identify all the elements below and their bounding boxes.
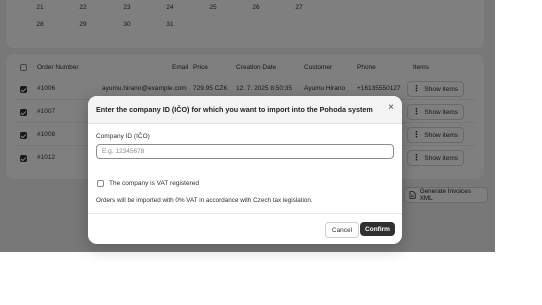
vat-info-note: Orders will be imported with 0% VAT in a… [96,197,313,204]
dialog-title: Enter the company ID (IČO) for which you… [96,105,373,114]
company-id-input[interactable] [96,144,394,159]
close-icon[interactable]: × [388,102,394,113]
dialog-header: Enter the company ID (IČO) for which you… [88,96,402,124]
cancel-button[interactable]: Cancel [325,222,359,238]
dialog-footer-divider [88,213,402,214]
confirm-button[interactable]: Confirm [360,222,395,236]
vat-registered-checkbox[interactable] [97,180,104,187]
company-id-label: Company ID (IČO) [96,133,150,140]
company-id-dialog: Enter the company ID (IČO) for which you… [88,96,402,244]
vat-registered-label[interactable]: The company is VAT registered [109,180,199,187]
